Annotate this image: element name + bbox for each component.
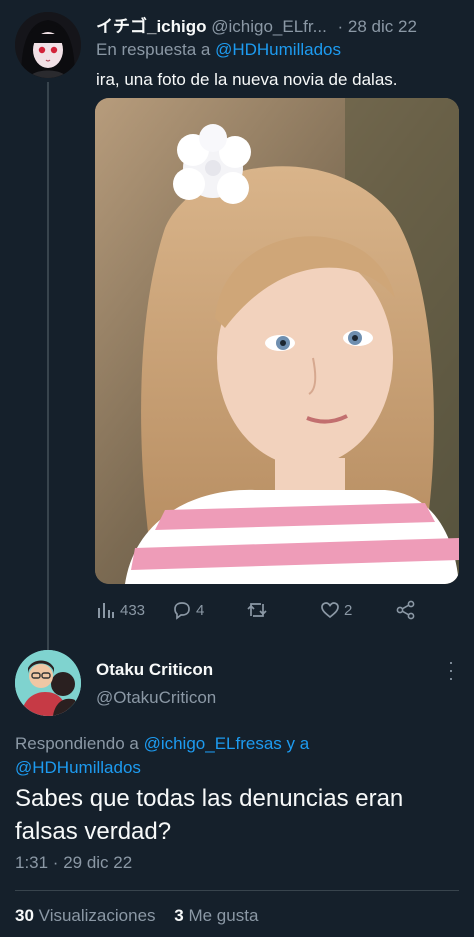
tweet-date[interactable]: · 28 dic 22 — [338, 17, 417, 36]
divider — [15, 890, 459, 891]
retweet-action[interactable] — [246, 598, 272, 622]
reply-count: 4 — [196, 601, 205, 619]
tweet-stats: 30 Visualizaciones 3 Me gusta — [15, 906, 258, 926]
reply-context: En respuesta a @HDHumillados — [96, 40, 341, 60]
likes-stat[interactable]: 3 Me gusta — [174, 906, 258, 925]
replying-mention-link[interactable]: @HDHumillados — [15, 758, 141, 777]
share-icon — [396, 600, 415, 620]
avatar[interactable] — [15, 12, 81, 78]
reply-mention-link[interactable]: @HDHumillados — [215, 40, 341, 59]
views-count: 433 — [120, 601, 146, 619]
views-action[interactable]: 433 — [96, 598, 145, 622]
tweet-timestamp[interactable]: 1:31 · 29 dic 22 — [15, 853, 132, 873]
tweet-actions: 433 4 2 — [96, 598, 436, 624]
display-name[interactable]: Otaku Criticon — [96, 660, 213, 680]
likes-label: Me gusta — [188, 906, 259, 925]
user-handle[interactable]: @ichigo_ELfr... — [211, 17, 327, 36]
reply-action[interactable]: 4 — [172, 598, 204, 622]
replying-context: Respondiendo a @ichigo_ELfresas y a @HDH… — [15, 732, 455, 780]
likes-count: 3 — [174, 906, 184, 925]
more-options-icon[interactable]: · · · — [446, 653, 456, 687]
replying-prefix: Respondiendo a — [15, 734, 139, 753]
avatar[interactable] — [15, 650, 81, 716]
views-count: 30 — [15, 906, 34, 925]
tweet-photo[interactable] — [95, 98, 459, 584]
views-stat[interactable]: 30 Visualizaciones — [15, 906, 156, 925]
avatar-image — [15, 650, 81, 716]
reply-prefix: En respuesta a — [96, 40, 211, 59]
thread-line — [47, 82, 49, 652]
tweet-header: イチゴ_ichigo @ichigo_ELfr... · 28 dic 22 — [96, 12, 466, 36]
like-count: 2 — [344, 601, 353, 619]
avatar-image — [15, 12, 81, 78]
retweet-icon — [247, 603, 267, 617]
replying-mentions-link[interactable]: @ichigo_ELfresas y a — [144, 734, 310, 753]
photo-image — [95, 98, 459, 584]
tweet-text: Sabes que todas las denuncias eran falsa… — [15, 785, 404, 845]
reply-icon — [174, 602, 190, 620]
share-action[interactable] — [396, 598, 416, 622]
heart-icon — [321, 602, 339, 619]
bar-chart-icon — [98, 603, 114, 618]
views-label: Visualizaciones — [38, 906, 156, 925]
display-name[interactable]: イチゴ_ichigo — [96, 17, 207, 36]
user-handle[interactable]: @OtakuCriticon — [96, 688, 216, 708]
like-action[interactable]: 2 — [320, 598, 352, 622]
tweet-text: ira, una foto de la nueva novia de dalas… — [96, 70, 398, 89]
